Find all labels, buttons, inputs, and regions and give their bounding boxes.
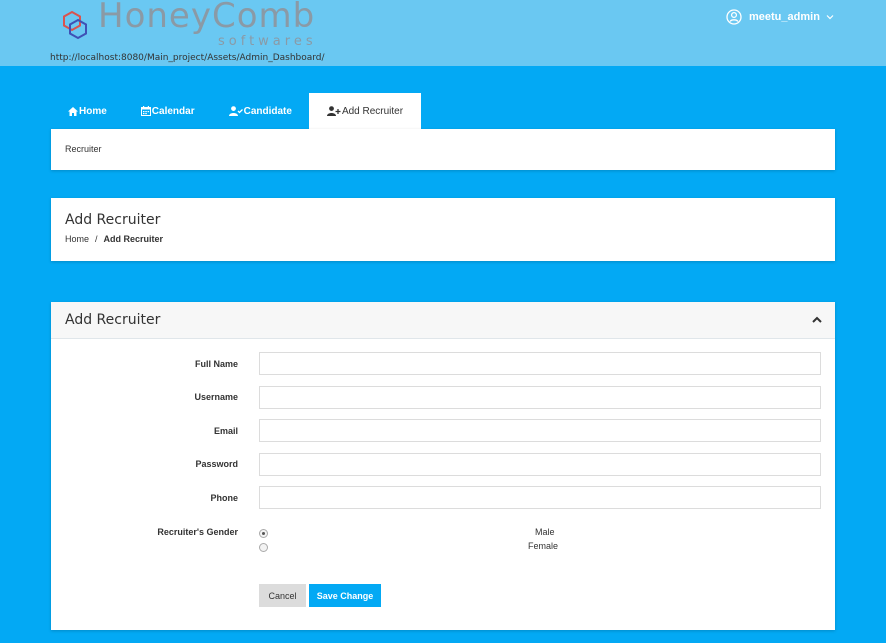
gender-label: Recruiter's Gender — [157, 527, 238, 537]
gender-male-label: Male — [535, 527, 555, 537]
top-header: HoneyComb softwares http://localhost:808… — [0, 0, 886, 66]
page-title: Add Recruiter — [65, 212, 161, 228]
phone-label: Phone — [210, 493, 238, 503]
breadcrumb: Home / Add Recruiter — [65, 234, 163, 244]
save-change-button[interactable]: Save Change — [309, 584, 381, 607]
password-label: Password — [195, 459, 238, 469]
calendar-icon — [140, 106, 151, 116]
chevron-up-icon[interactable] — [811, 315, 823, 325]
full-name-label: Full Name — [194, 359, 238, 369]
chevron-down-icon — [826, 15, 834, 20]
breadcrumb-current: Add Recruiter — [103, 234, 164, 244]
user-check-icon — [228, 106, 243, 116]
tab-home[interactable]: Home — [51, 93, 124, 129]
gender-male-radio[interactable] — [259, 529, 268, 538]
phone-input[interactable] — [259, 486, 821, 509]
page-header-panel: Add Recruiter Home / Add Recruiter — [51, 198, 835, 261]
add-recruiter-form-panel: Add Recruiter Full Name Username Email P… — [51, 302, 835, 630]
hexagon-logo-icon — [63, 10, 87, 40]
logo-sub-text: softwares — [218, 34, 317, 49]
cancel-button[interactable]: Cancel — [259, 584, 306, 607]
tab-content-text: Recruiter — [65, 144, 102, 154]
user-menu[interactable]: meetu_admin — [726, 9, 834, 25]
user-circle-icon — [726, 9, 742, 25]
username-label: meetu_admin — [749, 11, 820, 23]
logo-main-text: HoneyComb — [98, 0, 316, 36]
full-name-input[interactable] — [259, 352, 821, 375]
gender-female-label: Female — [528, 541, 559, 551]
username-input[interactable] — [259, 386, 821, 409]
form-title: Add Recruiter — [65, 312, 161, 328]
tab-candidate[interactable]: Candidate — [212, 93, 309, 129]
url-text: http://localhost:8080/Main_project/Asset… — [50, 53, 325, 63]
email-input[interactable] — [259, 419, 821, 442]
tab-home-label: Home — [79, 105, 107, 117]
email-label: Email — [213, 426, 238, 436]
tab-candidate-label: Candidate — [243, 105, 292, 117]
tab-calendar[interactable]: Calendar — [124, 93, 212, 129]
nav-tabs: Home Calendar Candidate Add Recruiter — [51, 93, 422, 129]
form-header: Add Recruiter — [51, 302, 835, 339]
password-input[interactable] — [259, 453, 821, 476]
tab-add-recruiter[interactable]: Add Recruiter — [308, 93, 422, 129]
tab-calendar-label: Calendar — [151, 105, 195, 117]
breadcrumb-separator: / — [95, 234, 98, 244]
user-plus-icon — [326, 106, 341, 116]
home-icon — [68, 106, 78, 116]
gender-female-radio[interactable] — [259, 543, 268, 552]
breadcrumb-home[interactable]: Home — [65, 234, 89, 244]
username-field-label: Username — [194, 392, 238, 402]
tab-add-recruiter-label: Add Recruiter — [341, 105, 404, 117]
tab-content-panel: Recruiter — [51, 129, 835, 170]
